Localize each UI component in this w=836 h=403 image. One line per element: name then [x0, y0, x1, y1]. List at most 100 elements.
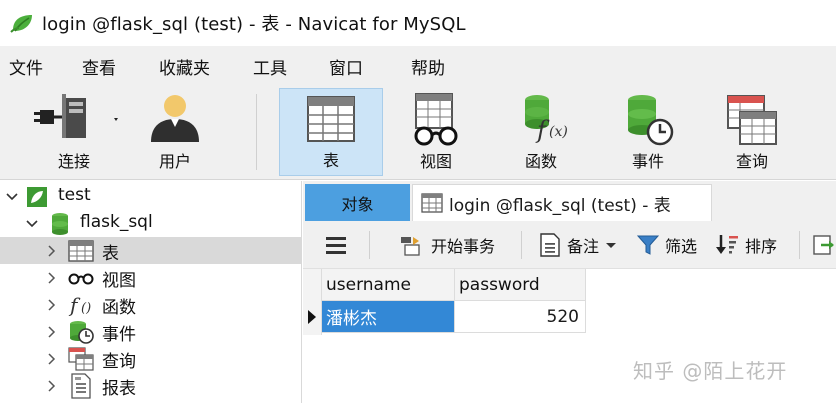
query-icon: [68, 347, 94, 371]
toolbar-user-label: 用户: [158, 152, 191, 171]
filter-funnel-icon: [637, 235, 659, 255]
column-header-password[interactable]: password: [455, 269, 586, 301]
view-glasses-icon: [414, 93, 458, 146]
main-toolbar: 连接 用户 表 视图 f (x) 函数 事件 查询: [0, 84, 836, 180]
window-title: login @flask_sql (test) - 表 - Navicat fo…: [42, 14, 466, 35]
svg-text:f: f: [68, 293, 81, 317]
svg-text:(x): (x): [549, 124, 568, 140]
chevron-down-icon[interactable]: [26, 218, 38, 230]
tree-item-functions[interactable]: f () 函数: [0, 291, 302, 318]
toolbar-connection-button[interactable]: 连接: [22, 88, 126, 176]
sort-label: 排序: [745, 237, 778, 256]
toolbar-event-label: 事件: [631, 152, 664, 171]
note-button[interactable]: 备注: [539, 233, 623, 257]
menu-hamburger-icon[interactable]: [325, 235, 347, 255]
event-clock-icon: [628, 95, 674, 146]
connection-leaf-icon: [27, 187, 47, 207]
chevron-right-icon[interactable]: [46, 380, 58, 392]
tab-objects[interactable]: 对象: [305, 184, 410, 221]
function-icon: f (): [68, 293, 91, 317]
tree-item-label: 函数: [102, 298, 136, 318]
chevron-right-icon[interactable]: [46, 272, 58, 284]
toolbar-user-button[interactable]: 用户: [138, 88, 212, 176]
toolbar-query-button[interactable]: 查询: [711, 88, 793, 176]
table-icon: [421, 193, 443, 213]
table-cell-username[interactable]: 潘彬杰: [322, 301, 455, 333]
tree-connection-test[interactable]: test: [0, 183, 302, 210]
query-icon: [727, 95, 777, 145]
user-icon: [151, 95, 199, 142]
function-icon: f (x): [525, 95, 568, 144]
toolbar-function-button[interactable]: f (x) 函数: [500, 88, 582, 176]
menu-window[interactable]: 窗口: [329, 54, 363, 79]
tree-item-label: 事件: [102, 325, 136, 345]
tree-connection-label: test: [58, 185, 91, 205]
report-icon: [71, 373, 91, 399]
tab-login-table[interactable]: login @flask_sql (test) - 表: [412, 184, 712, 221]
tab-login-label: login @flask_sql (test) - 表: [449, 195, 671, 216]
chevron-right-icon[interactable]: [46, 245, 58, 257]
caret-down-icon[interactable]: [605, 240, 617, 250]
sort-icon: [716, 235, 738, 254]
sort-button[interactable]: 排序: [715, 233, 777, 257]
toolbar-view-button[interactable]: 视图: [395, 88, 477, 176]
database-icon: [52, 213, 68, 235]
menu-file[interactable]: 文件: [9, 54, 43, 79]
toolbar-table-button[interactable]: 表: [279, 88, 383, 176]
toolbar-table-label: 表: [322, 151, 339, 170]
filter-label: 筛选: [665, 237, 698, 256]
event-clock-icon: [70, 321, 94, 344]
toolbar-connection-label: 连接: [57, 152, 90, 171]
toolbar-separator: [799, 231, 800, 259]
note-document-icon: [540, 233, 560, 257]
toolbar-view-label: 视图: [419, 152, 452, 171]
tree-database-label: flask_sql: [80, 212, 153, 232]
note-label: 备注: [567, 237, 600, 256]
object-tree: test flask_sql 表 视图 f () 函数 事件 查询 报表: [0, 181, 302, 403]
table-icon: [68, 240, 94, 262]
menu-bar: 文件 查看 收藏夹 工具 窗口 帮助: [0, 46, 836, 84]
menu-tools[interactable]: 工具: [253, 54, 287, 79]
filter-button[interactable]: 筛选: [637, 233, 697, 257]
chevron-right-icon[interactable]: [46, 299, 58, 311]
menu-view[interactable]: 查看: [82, 54, 116, 79]
tab-bar: 对象 login @flask_sql (test) - 表: [303, 181, 836, 221]
navicat-leaf-icon: [10, 15, 32, 33]
tree-item-label: 查询: [102, 352, 136, 372]
chevron-right-icon[interactable]: [46, 326, 58, 338]
tree-database-flask-sql[interactable]: flask_sql: [0, 210, 302, 237]
import-icon[interactable]: [813, 234, 835, 256]
view-glasses-icon: [68, 273, 94, 285]
tree-item-views[interactable]: 视图: [0, 264, 302, 291]
tree-item-label: 表: [102, 244, 119, 264]
toolbar-separator: [369, 231, 370, 259]
menu-favorites[interactable]: 收藏夹: [159, 54, 210, 79]
toolbar-event-button[interactable]: 事件: [607, 88, 689, 176]
connection-plug-icon: [34, 94, 118, 138]
tree-item-events[interactable]: 事件: [0, 318, 302, 345]
tree-item-label: 视图: [102, 271, 136, 291]
tree-item-reports[interactable]: 报表: [0, 372, 302, 399]
toolbar-divider: [256, 94, 257, 170]
toolbar-query-label: 查询: [735, 152, 768, 171]
table-toolbar: 开始事务 备注 筛选 排序: [303, 221, 836, 269]
chevron-down-icon[interactable]: [6, 191, 18, 203]
row-marker-column: [303, 269, 322, 335]
toolbar-separator: [521, 231, 522, 259]
tree-item-queries[interactable]: 查询: [0, 345, 302, 372]
toolbar-function-label: 函数: [524, 152, 557, 171]
table-icon: [307, 96, 355, 142]
table-cell-password[interactable]: 520: [455, 301, 586, 333]
column-header-username[interactable]: username: [322, 269, 455, 301]
menu-help[interactable]: 帮助: [411, 54, 445, 79]
chevron-right-icon[interactable]: [46, 353, 58, 365]
begin-transaction-button[interactable]: 开始事务: [399, 233, 495, 257]
tree-item-label: 报表: [102, 379, 136, 399]
tree-item-tables[interactable]: 表: [0, 237, 302, 264]
svg-text:(): (): [81, 301, 91, 316]
title-bar: login @flask_sql (test) - 表 - Navicat fo…: [0, 0, 836, 46]
begin-transaction-label: 开始事务: [431, 237, 496, 256]
transaction-icon: [401, 237, 420, 256]
tab-objects-label: 对象: [341, 194, 374, 214]
watermark-text: 知乎 @陌上花开: [633, 359, 788, 383]
